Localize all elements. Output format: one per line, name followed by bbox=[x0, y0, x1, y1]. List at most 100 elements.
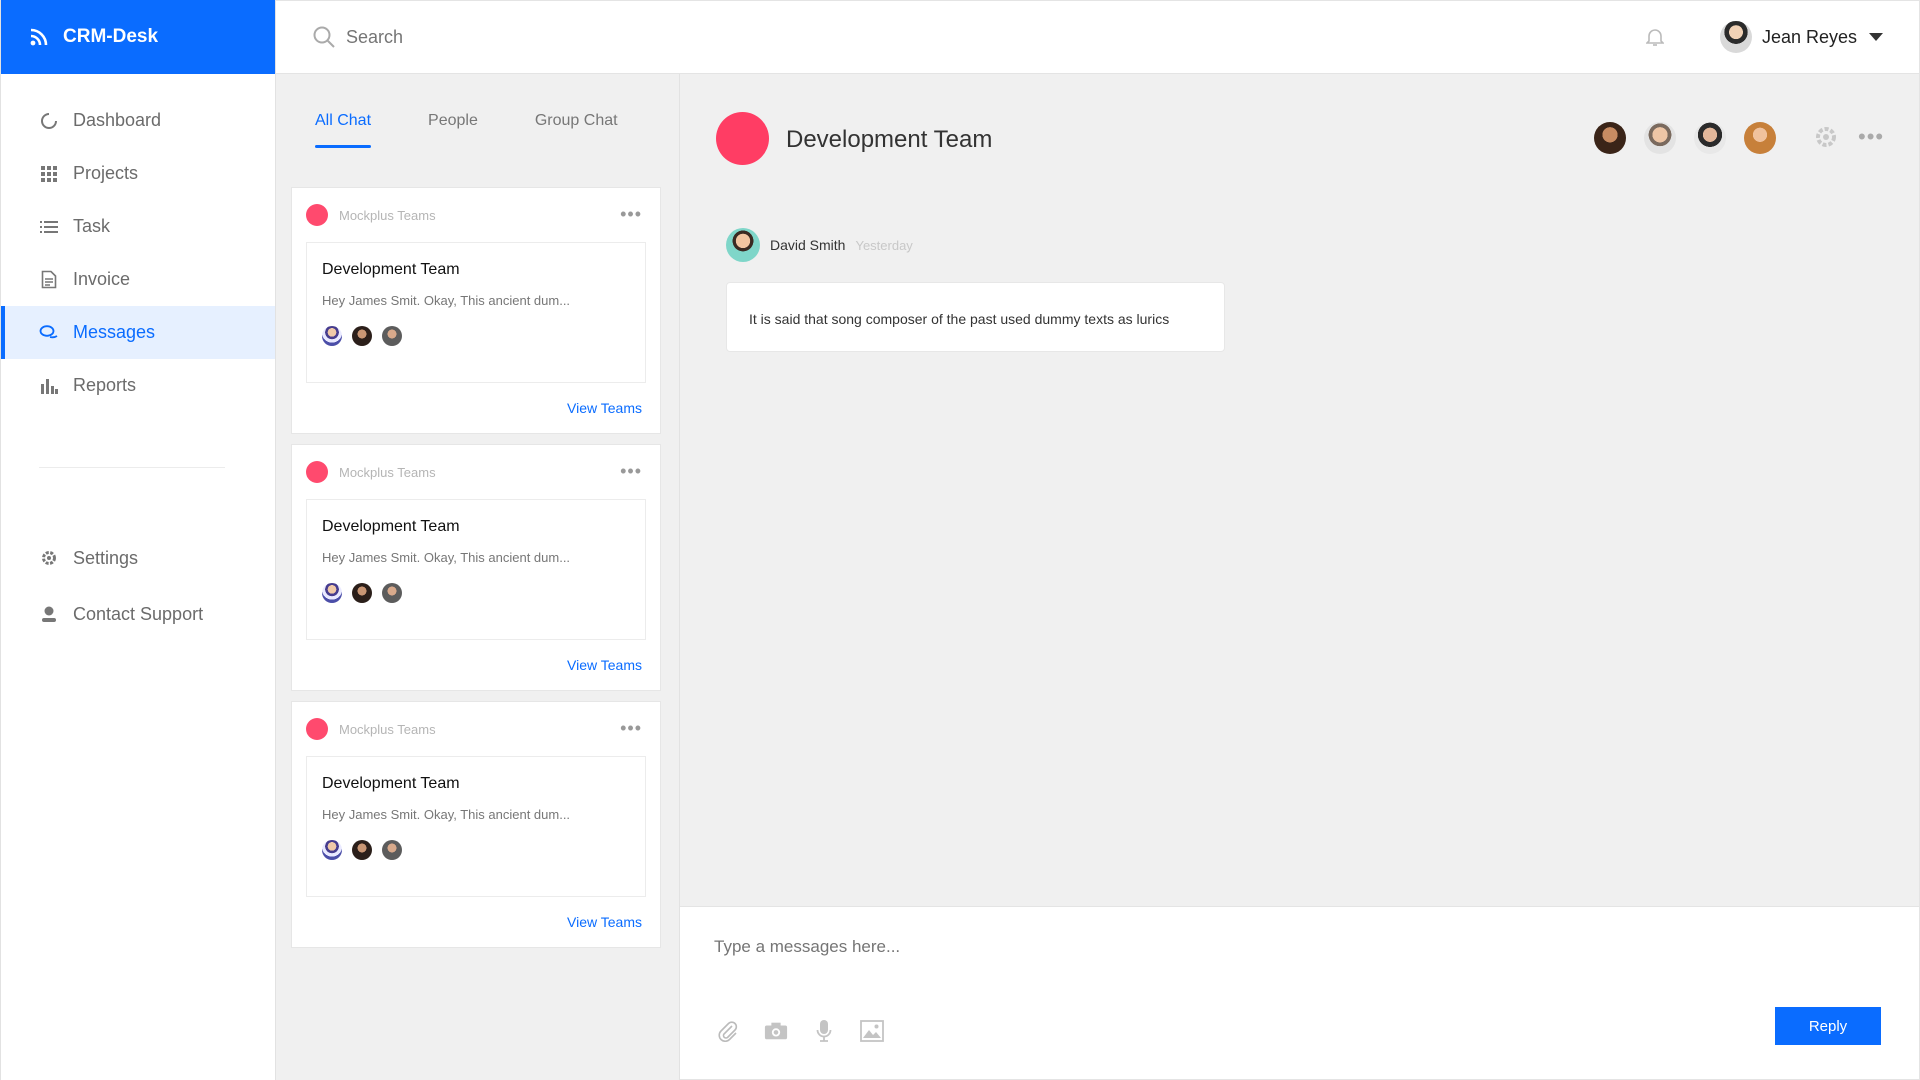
chat-card[interactable]: Mockplus Teams ••• Development Team Hey … bbox=[291, 701, 661, 948]
more-options-icon[interactable]: ••• bbox=[1858, 124, 1884, 150]
avatar bbox=[726, 228, 760, 262]
card-preview: Hey James Smit. Okay, This ancient dum..… bbox=[322, 550, 571, 565]
tab-group-chat[interactable]: Group Chat bbox=[535, 112, 618, 148]
view-teams-link[interactable]: View Teams bbox=[567, 657, 642, 673]
sidebar-item-label: Messages bbox=[73, 322, 156, 342]
card-title: Development Team bbox=[322, 518, 460, 535]
card-body: Development Team Hey James Smit. Okay, T… bbox=[306, 242, 646, 383]
sidebar: CRM-Desk Dashboard Projects Task Invoice… bbox=[0, 0, 276, 1080]
chat-members bbox=[1594, 122, 1794, 154]
card-header: Mockplus Teams ••• bbox=[292, 702, 660, 756]
sender-name: David Smith bbox=[770, 237, 846, 253]
sidebar-item-invoice[interactable]: Invoice bbox=[1, 253, 275, 306]
card-title: Development Team bbox=[322, 775, 460, 792]
chat-card[interactable]: Mockplus Teams ••• Development Team Hey … bbox=[291, 444, 661, 691]
user-menu[interactable]: Jean Reyes bbox=[1720, 21, 1884, 53]
microphone-icon[interactable] bbox=[812, 1019, 836, 1043]
card-body: Development Team Hey James Smit. Okay, T… bbox=[306, 499, 646, 640]
avatar[interactable] bbox=[1744, 122, 1776, 154]
image-icon[interactable] bbox=[860, 1019, 884, 1043]
more-options-icon[interactable]: ••• bbox=[620, 461, 642, 482]
view-teams-link[interactable]: View Teams bbox=[567, 914, 642, 930]
member-avatars bbox=[322, 583, 630, 603]
sidebar-item-label: Contact Support bbox=[73, 603, 204, 624]
main-nav: Dashboard Projects Task Invoice Messages… bbox=[1, 94, 275, 412]
grid-icon bbox=[39, 164, 59, 184]
sidebar-item-label: Invoice bbox=[73, 269, 131, 289]
brand-name: CRM-Desk bbox=[63, 26, 159, 47]
more-options-icon[interactable]: ••• bbox=[620, 718, 642, 739]
sidebar-item-label: Settings bbox=[73, 547, 139, 568]
search-bar bbox=[312, 25, 746, 49]
avatar bbox=[382, 326, 402, 346]
gear-icon bbox=[39, 548, 59, 568]
rss-icon bbox=[30, 28, 48, 46]
brand-header[interactable]: CRM-Desk bbox=[1, 0, 275, 74]
notification-bell-icon[interactable] bbox=[1645, 27, 1665, 52]
sidebar-divider bbox=[39, 467, 225, 468]
member-avatars bbox=[322, 840, 630, 860]
team-avatar bbox=[716, 112, 769, 165]
sidebar-item-label: Task bbox=[73, 216, 111, 236]
card-title: Development Team bbox=[322, 261, 460, 278]
person-icon bbox=[39, 604, 59, 624]
gear-icon[interactable] bbox=[1813, 124, 1839, 155]
team-dot-icon bbox=[306, 204, 328, 226]
paperclip-icon[interactable] bbox=[716, 1019, 740, 1043]
user-name: Jean Reyes bbox=[1762, 26, 1858, 47]
tab-all-chat[interactable]: All Chat bbox=[315, 112, 372, 148]
chat-title: Development Team bbox=[786, 126, 993, 153]
avatar[interactable] bbox=[1594, 122, 1626, 154]
avatar bbox=[352, 583, 372, 603]
top-bar: Jean Reyes bbox=[276, 0, 1920, 74]
dashboard-icon bbox=[39, 111, 59, 131]
sidebar-item-contact-support[interactable]: Contact Support bbox=[1, 586, 275, 642]
chat-card[interactable]: Mockplus Teams ••• Development Team Hey … bbox=[291, 187, 661, 434]
avatar bbox=[322, 583, 342, 603]
message-sender: David Smith Yesterday bbox=[726, 228, 913, 262]
avatar bbox=[382, 583, 402, 603]
chat-tabs: All Chat People Group Chat bbox=[315, 112, 675, 148]
card-preview: Hey James Smit. Okay, This ancient dum..… bbox=[322, 807, 571, 822]
sidebar-item-label: Projects bbox=[73, 163, 139, 183]
view-teams-link[interactable]: View Teams bbox=[567, 400, 642, 416]
chat-area: Development Team ••• David Smith Yesterd… bbox=[680, 74, 1920, 906]
avatar[interactable] bbox=[1644, 122, 1676, 154]
document-icon bbox=[39, 270, 59, 290]
message-bubble: It is said that song composer of the pas… bbox=[726, 282, 1225, 352]
card-source: Mockplus Teams bbox=[339, 464, 436, 480]
member-avatars bbox=[322, 326, 630, 346]
card-preview: Hey James Smit. Okay, This ancient dum..… bbox=[322, 293, 571, 308]
avatar bbox=[322, 326, 342, 346]
avatar[interactable] bbox=[1694, 122, 1726, 154]
card-body: Development Team Hey James Smit. Okay, T… bbox=[306, 756, 646, 897]
chevron-down-icon bbox=[1869, 33, 1884, 41]
card-source: Mockplus Teams bbox=[339, 207, 436, 223]
search-input[interactable] bbox=[346, 26, 746, 48]
bar-chart-icon bbox=[39, 376, 59, 396]
camera-icon[interactable] bbox=[764, 1019, 788, 1043]
sidebar-item-projects[interactable]: Projects bbox=[1, 147, 275, 200]
card-header: Mockplus Teams ••• bbox=[292, 188, 660, 242]
card-header: Mockplus Teams ••• bbox=[292, 445, 660, 499]
reply-button[interactable]: Reply bbox=[1775, 1007, 1881, 1045]
tab-people[interactable]: People bbox=[428, 112, 478, 148]
message-composer: Reply bbox=[680, 906, 1920, 1080]
avatar bbox=[322, 840, 342, 860]
avatar bbox=[352, 326, 372, 346]
sidebar-item-reports[interactable]: Reports bbox=[1, 359, 275, 412]
message-time: Yesterday bbox=[855, 237, 913, 253]
secondary-nav: Settings Contact Support bbox=[1, 530, 275, 642]
sidebar-item-settings[interactable]: Settings bbox=[1, 530, 275, 586]
avatar bbox=[1720, 21, 1752, 53]
sidebar-item-dashboard[interactable]: Dashboard bbox=[1, 94, 275, 147]
avatar bbox=[352, 840, 372, 860]
message-input[interactable] bbox=[714, 937, 1614, 987]
sidebar-item-label: Reports bbox=[73, 375, 137, 395]
team-dot-icon bbox=[306, 718, 328, 740]
sidebar-item-task[interactable]: Task bbox=[1, 200, 275, 253]
more-options-icon[interactable]: ••• bbox=[620, 204, 642, 225]
list-icon bbox=[39, 217, 59, 237]
chat-list-panel: All Chat People Group Chat Mockplus Team… bbox=[276, 74, 680, 1080]
sidebar-item-messages[interactable]: Messages bbox=[1, 306, 275, 359]
